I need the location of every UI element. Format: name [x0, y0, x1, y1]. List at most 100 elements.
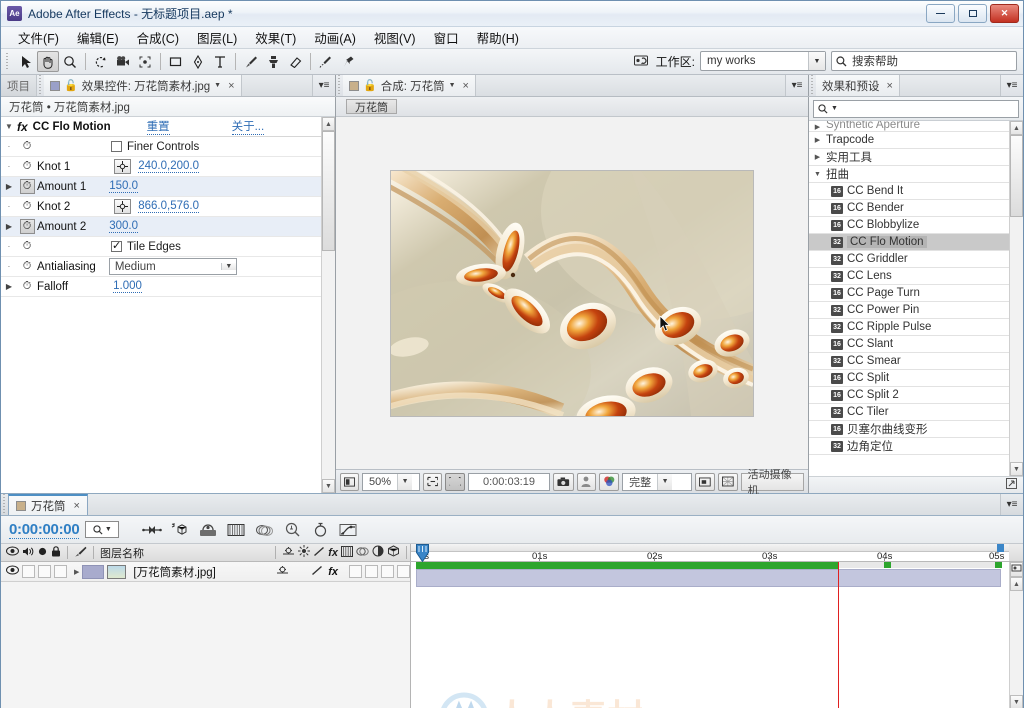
menu-effect[interactable]: 效果(T)	[246, 26, 305, 49]
tab-project[interactable]: 项目	[1, 75, 37, 96]
channel-rgb-button[interactable]	[598, 472, 620, 491]
reset-link[interactable]: 重置	[146, 118, 170, 135]
layer-fx-switch[interactable]: fx	[328, 566, 338, 578]
composition-canvas[interactable]	[336, 117, 808, 469]
twirl-right-icon-2[interactable]: ▶	[1, 182, 17, 191]
comp-sub-tab[interactable]: 万花筒	[346, 99, 397, 114]
panel-menu-button-1[interactable]: ▾≡	[313, 75, 335, 96]
camera-tool[interactable]	[112, 51, 134, 72]
stopwatch-icon-7[interactable]: ⏱	[17, 279, 37, 294]
graph-editor-icon[interactable]	[337, 520, 359, 540]
tab-grip-3[interactable]	[809, 75, 816, 96]
fx-switch-icon[interactable]: fx	[328, 547, 338, 559]
new-folder-icon[interactable]	[1006, 478, 1017, 492]
close-icon-2[interactable]: ×	[463, 80, 469, 92]
search-help-input[interactable]: 搜索帮助	[831, 51, 1017, 71]
transform-switch-icon[interactable]	[282, 546, 295, 560]
effect-header-row[interactable]: ▼ fx CC Flo Motion 重置 关于...	[1, 117, 321, 137]
timeline-panel-menu[interactable]: ▾≡	[1001, 494, 1023, 515]
menu-composition[interactable]: 合成(C)	[128, 26, 188, 49]
pen-tool[interactable]	[187, 51, 209, 72]
effects-scroll-up-icon[interactable]: ▲	[1010, 121, 1023, 135]
group-trapcode[interactable]: ▶ Trapcode	[809, 132, 1009, 149]
layer-lock-cell[interactable]	[54, 565, 67, 578]
effects-list[interactable]: ▶ Synthetic Aperture ▶ Trapcode ▶ 实用工具 ▼…	[809, 121, 1023, 476]
effect-corner-pin[interactable]: 32 边角定位	[809, 438, 1009, 455]
zoom-tool[interactable]	[59, 51, 81, 72]
tab-effects-presets[interactable]: 效果和预设 ×	[816, 75, 900, 96]
audio-toggle-icon[interactable]	[22, 546, 34, 560]
rotation-tool[interactable]	[90, 51, 112, 72]
effect-controls-scrollbar[interactable]: ▲ ▼	[321, 117, 335, 493]
close-button[interactable]: ✕	[990, 4, 1019, 23]
effect-cc-smear[interactable]: 32 CC Smear	[809, 353, 1009, 370]
layer-solo-cell[interactable]	[38, 565, 51, 578]
timeline-tab-grip[interactable]	[1, 494, 8, 515]
property-row-knot-2[interactable]: · ⏱ Knot 2 866.0,576.0	[1, 197, 321, 217]
effect-switch-icon[interactable]	[313, 546, 325, 560]
group-synthetic-aperture[interactable]: ▶ Synthetic Aperture	[809, 121, 1009, 132]
auto-keyframe-icon[interactable]	[309, 520, 331, 540]
twirl-right-icon-tc[interactable]: ▶	[813, 136, 822, 144]
finer-controls-checkbox-wrap[interactable]: Finer Controls	[111, 141, 199, 153]
close-icon-3[interactable]: ×	[887, 80, 893, 92]
frame-blending-icon[interactable]	[225, 520, 247, 540]
point-picker-icon-1[interactable]	[114, 159, 132, 174]
menu-edit[interactable]: 编辑(E)	[68, 26, 128, 49]
property-row-finer-controls[interactable]: · ⏱ Finer Controls	[1, 137, 321, 157]
effect-cc-flo-motion[interactable]: 32 CC Flo Motion	[809, 234, 1009, 251]
current-time-display[interactable]: 0:00:00:00	[9, 521, 80, 539]
effect-cc-page-turn[interactable]: 16 CC Page Turn	[809, 285, 1009, 302]
menu-help[interactable]: 帮助(H)	[468, 26, 528, 49]
draft-3d-icon[interactable]	[169, 520, 191, 540]
scroll-track[interactable]	[322, 251, 335, 479]
menu-layer[interactable]: 图层(L)	[188, 26, 246, 49]
text-tool[interactable]	[209, 51, 231, 72]
effects-scroll-down-icon[interactable]: ▼	[1010, 462, 1023, 476]
selection-tool[interactable]	[15, 51, 37, 72]
tile-edges-checkbox[interactable]	[111, 239, 122, 252]
menu-view[interactable]: 视图(V)	[365, 26, 425, 49]
stopwatch-icon-3[interactable]: ⏱	[17, 199, 37, 214]
lock-toggle-icon[interactable]	[51, 545, 61, 560]
twirl-right-icon-util[interactable]: ▶	[813, 153, 822, 161]
knot-2-control[interactable]: 866.0,576.0	[114, 199, 200, 214]
active-camera-label[interactable]: 活动摄像机	[740, 469, 805, 497]
stopwatch-icon-4[interactable]: ⏱	[17, 219, 37, 234]
time-ruler[interactable]: 0s 01s 02s 03s 04s 05s	[411, 544, 1009, 563]
twirl-right-icon-7[interactable]: ▶	[1, 282, 17, 291]
effect-cc-tiler[interactable]: 32 CC Tiler	[809, 404, 1009, 421]
twirl-right-icon-sa[interactable]: ▶	[813, 123, 822, 131]
eraser-tool[interactable]	[284, 51, 306, 72]
property-row-knot-1[interactable]: · ⏱ Knot 1 240.0,200.0	[1, 157, 321, 177]
property-row-amount-1[interactable]: ▶ ⏱ Amount 1 150.0	[1, 177, 321, 197]
clone-stamp-tool[interactable]	[262, 51, 284, 72]
effect-cc-lens[interactable]: 32 CC Lens	[809, 268, 1009, 285]
group-distort[interactable]: ▼ 扭曲	[809, 166, 1009, 183]
three-d-switch-icon[interactable]	[387, 545, 400, 560]
frame-blend-switch-icon[interactable]	[341, 545, 353, 560]
layer-twirl-icon[interactable]: ▶	[74, 568, 79, 576]
amount-1-value[interactable]: 150.0	[109, 180, 139, 193]
timeline-scroll-track[interactable]	[1010, 591, 1023, 695]
layer-switch-cell-1[interactable]	[349, 565, 362, 578]
tab-effect-controls[interactable]: 🔓 效果控件: 万花筒素材.jpg ▼ ×	[44, 75, 242, 96]
twirl-down-icon-distort[interactable]: ▼	[813, 171, 822, 178]
effect-cc-bend-it[interactable]: 16 CC Bend It	[809, 183, 1009, 200]
panel-menu-button-2[interactable]: ▾≡	[786, 75, 808, 96]
comp-preview-image[interactable]	[391, 170, 753, 416]
composition-mini-flowchart-icon[interactable]	[141, 520, 163, 540]
group-utility[interactable]: ▶ 实用工具	[809, 149, 1009, 166]
tile-edges-checkbox-wrap[interactable]: Tile Edges	[111, 239, 181, 253]
about-link[interactable]: 关于...	[231, 118, 265, 135]
zoom-select[interactable]: 50% ▼	[362, 472, 420, 491]
effect-cc-griddler[interactable]: 32 CC Griddler	[809, 251, 1009, 268]
transparency-grid-button[interactable]	[445, 472, 465, 491]
timeline-nav-icon[interactable]	[1010, 562, 1023, 577]
effect-bezier-warp[interactable]: 16 贝塞尔曲线变形	[809, 421, 1009, 438]
maximize-button[interactable]	[958, 4, 987, 23]
workspace-switcher-icon[interactable]	[633, 55, 651, 68]
always-preview-button[interactable]	[340, 472, 359, 491]
stopwatch-icon-0[interactable]: ⏱	[17, 139, 37, 154]
adjustment-switch-icon[interactable]	[372, 545, 384, 560]
